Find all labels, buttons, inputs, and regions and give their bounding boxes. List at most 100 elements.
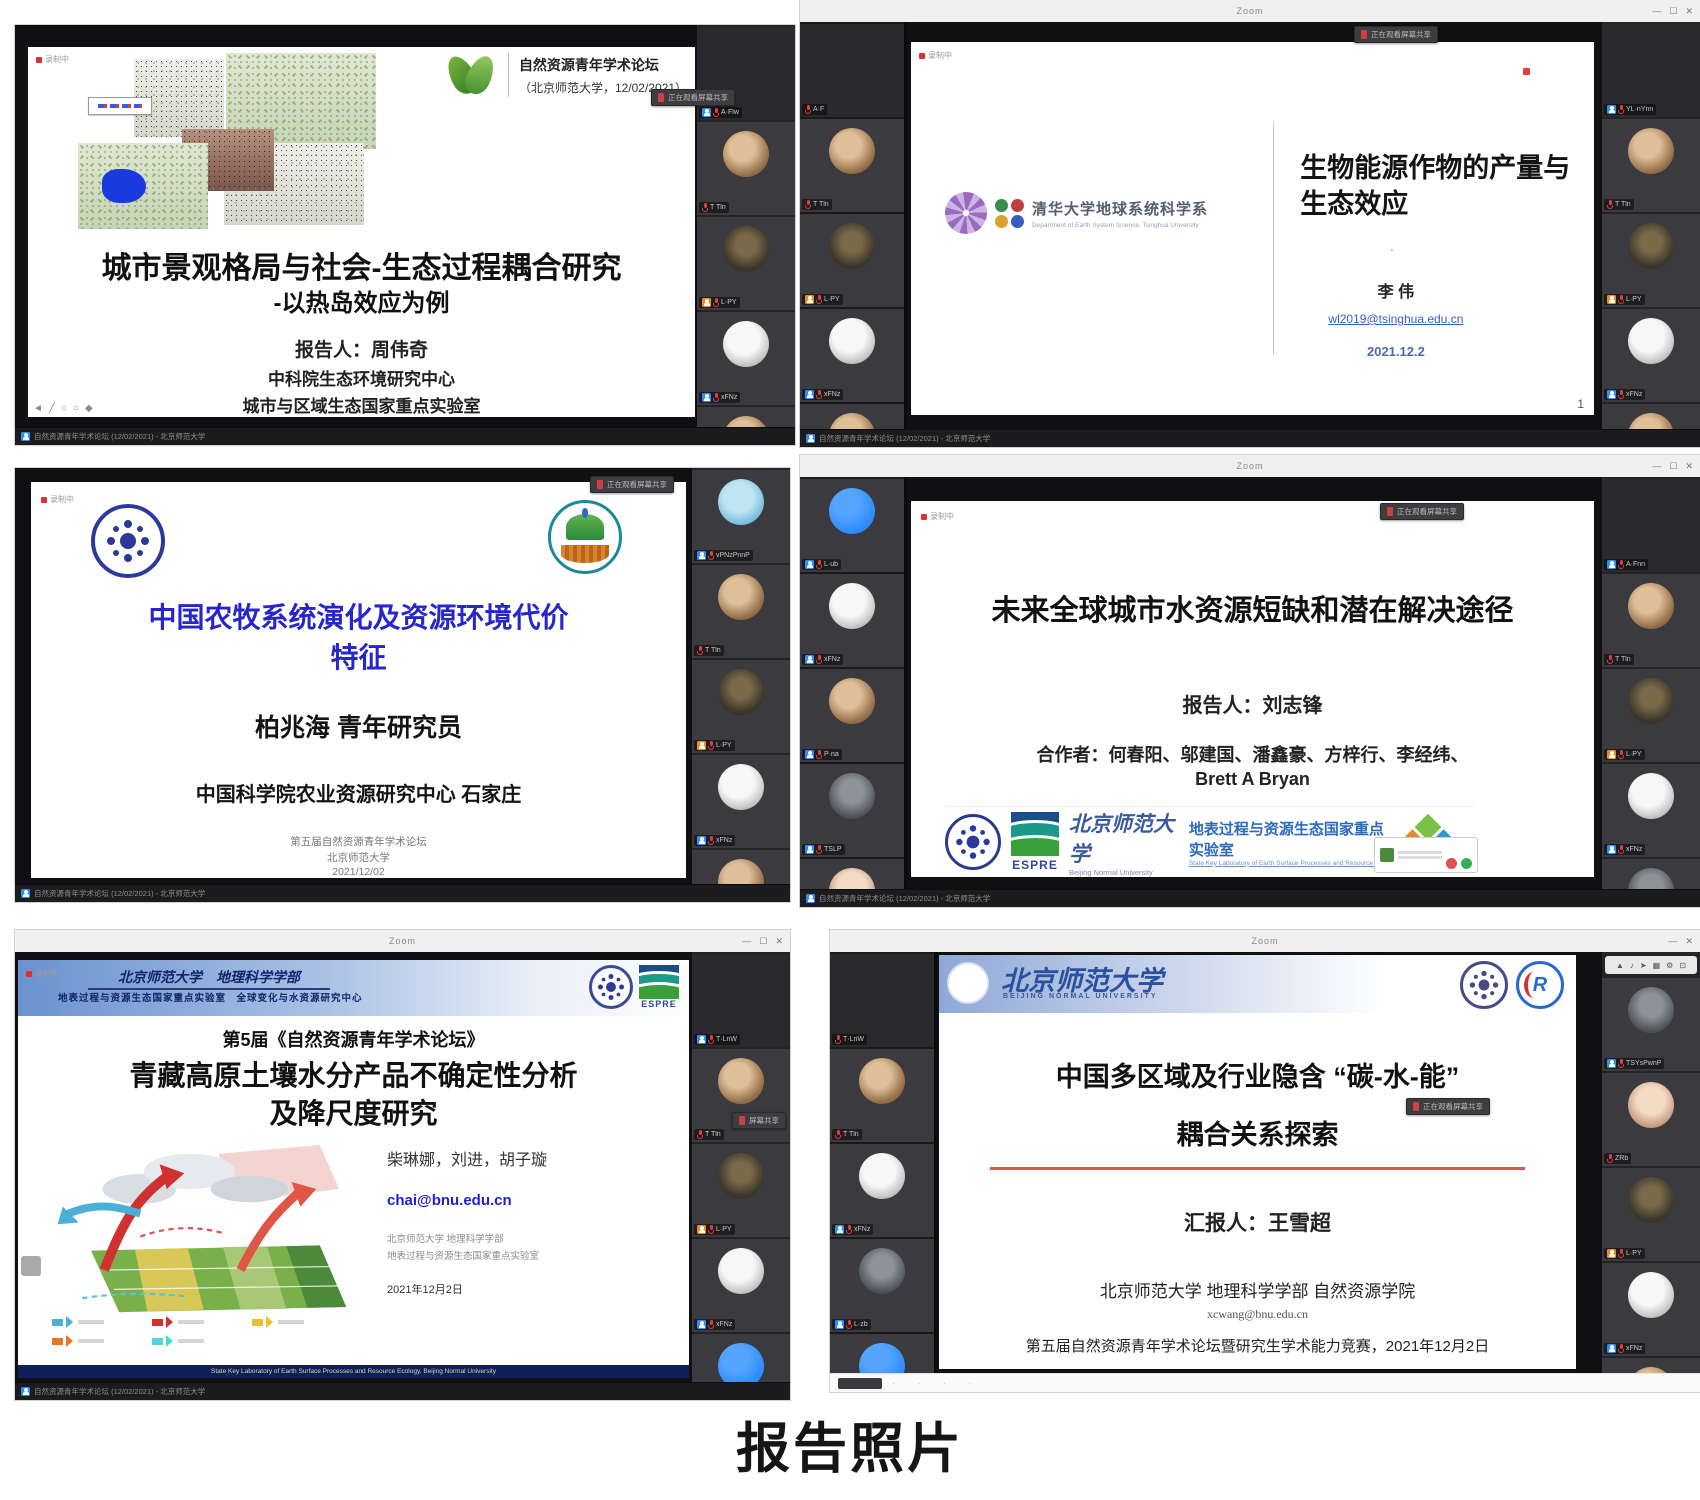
participant-tile[interactable]: L·zb — [830, 1239, 934, 1332]
participant-tile[interactable]: L·PY — [1602, 214, 1700, 307]
participant-tile[interactable]: P·na — [1602, 1358, 1700, 1373]
participant-name-badge: xFNz — [832, 1224, 873, 1235]
participant-tile[interactable]: L·PY — [800, 214, 904, 307]
page-control-icons[interactable]: · · · · — [892, 1378, 982, 1388]
meeting-window-3[interactable]: 正在观看屏幕共享 录制中 中国农牧系统演化及资源环境代价 特征 柏兆海 青年研究… — [15, 468, 790, 902]
participant-tile[interactable]: T Tln — [1602, 574, 1700, 667]
os-taskbar[interactable]: 自然资源青年学术论坛 (12/02/2021) - 北京师范大学 — [800, 429, 1700, 447]
participant-video-tile[interactable]: A·F — [800, 24, 904, 117]
sidebar-tool-icon[interactable]: ⊡ — [1679, 961, 1686, 970]
share-pin-icon — [739, 1116, 745, 1125]
participant-tile[interactable]: L·ub — [800, 479, 904, 572]
maximize-button[interactable]: ☐ — [1669, 461, 1677, 472]
participant-video-tile[interactable]: A·Flw — [697, 27, 795, 120]
participant-video-tile[interactable]: A·Fnn — [1602, 479, 1700, 572]
participant-tile[interactable]: P·na — [692, 850, 790, 884]
participant-role-icon — [1607, 1249, 1616, 1258]
participant-tile[interactable]: P·na — [697, 407, 795, 427]
participant-tile[interactable]: P·na — [800, 404, 904, 429]
window-titlebar[interactable]: Zoom — ☐ ✕ — [15, 930, 790, 952]
annotation-tool-icon[interactable]: ◆ — [85, 403, 93, 414]
annotation-toolbar[interactable]: ◄ ╱ ○ ○ ◆ — [33, 403, 93, 414]
os-taskbar[interactable]: 自然资源青年学术论坛 (12/02/2021) - 北京师范大学 — [15, 427, 795, 445]
meeting-window-6[interactable]: Zoom — ✕ 正在观看屏幕共享 T·LnWT TlnxFNzL·zbq·d … — [830, 930, 1700, 1392]
forum-line: 第5届《自然资源青年学术论坛》 — [18, 1026, 689, 1052]
participant-tile[interactable]: T Tln — [830, 1049, 934, 1142]
participant-tile[interactable]: ZRb — [1602, 1073, 1700, 1166]
sidebar-tool-icon[interactable]: ➤ — [1640, 961, 1647, 970]
participant-tile[interactable]: TSYsPwnP — [1602, 978, 1700, 1071]
os-taskbar[interactable]: 自然资源青年学术论坛 (12/02/2021) - 北京师范大学 — [15, 1382, 790, 1400]
participant-tile[interactable]: xFNz — [1602, 1263, 1700, 1356]
participant-tile[interactable]: P·na — [1602, 404, 1700, 429]
participant-tile[interactable]: L·PY — [1602, 1168, 1700, 1261]
participant-tile[interactable]: ZRb — [800, 859, 904, 889]
participant-tile[interactable]: T Tln — [1602, 119, 1700, 212]
participant-tile[interactable]: T Tln — [692, 565, 790, 658]
os-taskbar[interactable]: 自然资源青年学术论坛 (12/02/2021) - 北京师范大学 — [800, 889, 1700, 907]
participant-tile[interactable]: xFNz — [1602, 764, 1700, 857]
sidebar-tool-icon[interactable]: ▦ — [1653, 961, 1661, 970]
window-titlebar[interactable]: Zoom — ✕ — [830, 930, 1700, 952]
participant-tile[interactable]: L·PY — [692, 660, 790, 753]
collaborators-line-2: Brett A Bryan — [911, 769, 1594, 790]
participant-tile[interactable]: P·na — [800, 669, 904, 762]
participant-tile[interactable]: L·PY — [697, 217, 795, 310]
contact-email[interactable]: chai@bnu.edu.cn — [387, 1192, 669, 1209]
participant-tile[interactable]: TSLP — [800, 764, 904, 857]
decline-call-icon[interactable] — [1446, 858, 1457, 869]
annotation-tool-icon[interactable]: ╱ — [49, 403, 55, 414]
os-taskbar[interactable]: 自然资源青年学术论坛 (12/02/2021) - 北京师范大学 — [15, 884, 790, 902]
maximize-button[interactable]: ☐ — [759, 936, 767, 947]
participant-tile[interactable]: xFNz — [800, 309, 904, 402]
sidebar-tool-icon[interactable]: ⚙ — [1666, 961, 1673, 970]
participant-tile[interactable]: TSLP — [1602, 859, 1700, 889]
minimize-button[interactable]: — — [1652, 6, 1661, 16]
minimize-button[interactable]: — — [1652, 461, 1661, 471]
participant-tile[interactable]: xFNz — [830, 1144, 934, 1237]
participant-tile[interactable]: L·zb — [692, 1334, 790, 1382]
annotation-tool-icon[interactable]: ◄ — [33, 403, 43, 414]
participant-tile[interactable]: T Tln — [800, 119, 904, 212]
participant-tile[interactable]: xFNz — [692, 1239, 790, 1332]
share-badge-label: 正在观看屏幕共享 — [607, 479, 667, 490]
annotation-tool-icon[interactable]: ○ — [61, 403, 67, 414]
close-button[interactable]: ✕ — [1685, 936, 1693, 947]
meeting-window-2[interactable]: Zoom — ☐ ✕ 正在观看屏幕共享 A·FT TlnL·PYxFNzP·na… — [800, 0, 1700, 447]
participant-tile[interactable]: xFNz — [692, 755, 790, 848]
participant-video-tile[interactable]: T·LnW — [830, 954, 934, 1047]
participant-tile[interactable]: vPNzPnnP — [692, 470, 790, 563]
incoming-call-popup[interactable] — [1374, 837, 1478, 873]
close-button[interactable]: ✕ — [775, 936, 783, 947]
participant-video-tile[interactable]: T·LnW — [692, 954, 790, 1047]
window-titlebar[interactable]: Zoom — ☐ ✕ — [800, 455, 1700, 477]
participant-tile[interactable]: L·PY — [1602, 669, 1700, 762]
participant-tile[interactable]: xFNz — [800, 574, 904, 667]
sidebar-tool-icon[interactable]: ▲ — [1616, 961, 1624, 970]
presenter-line: 报告人：刘志锋 — [911, 689, 1594, 718]
participant-tile[interactable]: xFNz — [697, 312, 795, 405]
participant-video-tile[interactable]: YL·nYnn — [1602, 24, 1700, 117]
accept-call-icon[interactable] — [1461, 858, 1472, 869]
slide-nav-box[interactable] — [21, 1256, 41, 1276]
sidebar-tool-icon[interactable]: ♪ — [1630, 961, 1634, 970]
close-button[interactable]: ✕ — [1685, 6, 1693, 17]
participant-tile[interactable]: L·PY — [692, 1144, 790, 1237]
participant-tile[interactable]: xFNz — [1602, 309, 1700, 402]
meeting-window-4[interactable]: Zoom — ☐ ✕ 正在观看屏幕共享 L·ubxFNzP·naTSLPZRb … — [800, 455, 1700, 907]
close-button[interactable]: ✕ — [1685, 461, 1693, 472]
participant-tile[interactable]: T Tln — [697, 122, 795, 215]
participant-tile[interactable]: q·d — [830, 1334, 934, 1373]
window-titlebar[interactable]: Zoom — ☐ ✕ — [800, 0, 1700, 22]
presenter-email[interactable]: wl2019@tsinghua.edu.cn — [1300, 312, 1491, 326]
sidebar-toolbar[interactable]: ▲ ♪ ➤ ▦ ⚙ ⊡ — [1605, 956, 1697, 974]
meeting-window-1[interactable]: 正在观看屏幕共享 录制中 自然 — [15, 25, 795, 445]
meeting-window-5[interactable]: Zoom — ☐ ✕ 屏幕共享 北京师范大学 地理科学学部 地表过程与资源生态国… — [15, 930, 790, 1400]
contact-email[interactable]: xcwang@bnu.edu.cn — [939, 1307, 1576, 1322]
participant-role-icon — [805, 390, 814, 399]
maximize-button[interactable]: ☐ — [1669, 6, 1677, 17]
affiliation-line-2: 城市与区域生态国家重点实验室 — [28, 392, 695, 417]
minimize-button[interactable]: — — [742, 936, 751, 946]
minimize-button[interactable]: — — [1668, 936, 1677, 946]
annotation-tool-icon[interactable]: ○ — [73, 403, 79, 414]
